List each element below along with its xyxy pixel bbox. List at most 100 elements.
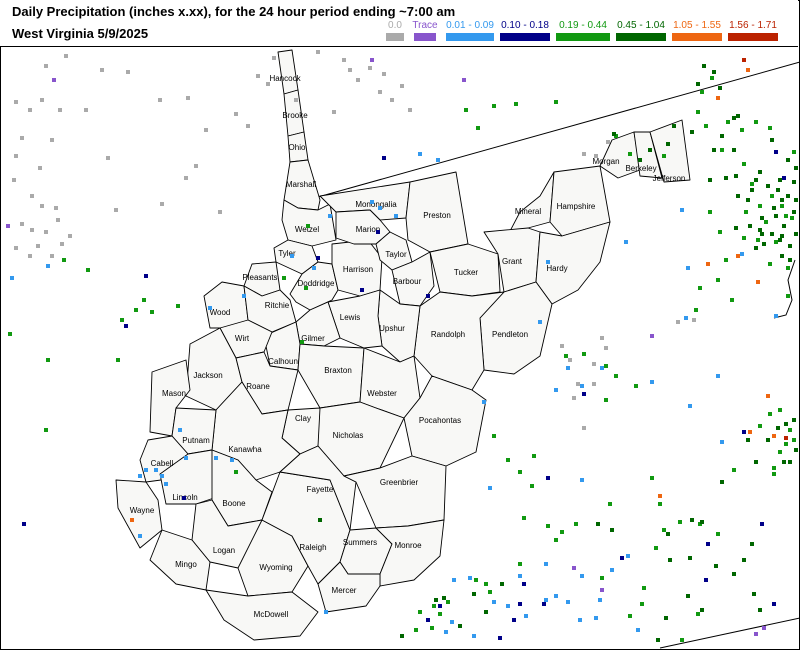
station-marker — [756, 238, 760, 242]
station-marker — [716, 96, 720, 100]
station-marker — [620, 556, 624, 560]
station-marker — [44, 428, 48, 432]
station-marker — [184, 456, 188, 460]
county-label-greenbrier: Greenbrier — [380, 478, 419, 487]
station-marker — [714, 564, 718, 568]
county-hancock — [277, 49, 299, 95]
station-marker — [784, 422, 788, 426]
station-marker — [518, 470, 522, 474]
station-marker — [774, 240, 778, 244]
county-label-brooke: Brooke — [282, 111, 308, 120]
station-marker — [758, 170, 762, 174]
station-marker — [582, 152, 586, 156]
station-marker — [690, 130, 694, 134]
station-marker — [750, 542, 754, 546]
va-border-south — [659, 617, 800, 649]
station-marker — [762, 242, 766, 246]
legend-label: 0.10 - 0.18 — [501, 20, 549, 31]
legend-label: 0.01 - 0.09 — [446, 20, 494, 31]
station-marker — [736, 114, 740, 118]
station-marker — [500, 582, 504, 586]
station-marker — [62, 258, 66, 262]
station-marker — [760, 522, 764, 526]
station-marker — [518, 574, 522, 578]
station-marker — [720, 440, 724, 444]
station-marker — [658, 494, 662, 498]
station-marker — [58, 108, 62, 112]
station-marker — [746, 68, 750, 72]
station-marker — [662, 154, 666, 158]
county-label-mercer: Mercer — [332, 586, 357, 595]
station-marker — [592, 382, 596, 386]
station-marker — [788, 460, 792, 464]
station-marker — [530, 484, 534, 488]
station-marker — [176, 304, 180, 308]
station-marker — [786, 294, 790, 298]
station-marker — [124, 324, 128, 328]
station-marker — [754, 178, 758, 182]
station-marker — [30, 228, 34, 232]
station-marker — [604, 364, 608, 368]
legend-swatch — [672, 33, 722, 41]
station-marker — [708, 210, 712, 214]
legend-item-0: 0.0 — [384, 20, 406, 44]
station-marker — [636, 628, 640, 632]
station-marker — [544, 598, 548, 602]
station-marker — [772, 206, 776, 210]
station-marker — [596, 522, 600, 526]
station-marker — [650, 380, 654, 384]
county-label-nicholas: Nicholas — [333, 431, 364, 440]
station-marker — [794, 166, 798, 170]
station-marker — [376, 230, 380, 234]
station-marker — [438, 604, 442, 608]
station-marker — [30, 194, 34, 198]
station-marker — [694, 308, 698, 312]
station-marker — [356, 78, 360, 82]
station-marker — [492, 434, 496, 438]
station-marker — [138, 534, 142, 538]
legend-swatch — [414, 33, 436, 41]
station-marker — [610, 528, 614, 532]
station-marker — [610, 568, 614, 572]
station-marker — [710, 76, 714, 80]
county-label-mingo: Mingo — [175, 560, 197, 569]
station-marker — [382, 72, 386, 76]
station-marker — [144, 274, 148, 278]
station-marker — [514, 102, 518, 106]
station-marker — [348, 68, 352, 72]
station-marker — [778, 408, 782, 412]
station-marker — [382, 156, 386, 160]
station-marker — [582, 392, 586, 396]
station-marker — [506, 458, 510, 462]
station-marker — [518, 602, 522, 606]
county-label-doddridge: Doddridge — [298, 279, 335, 288]
station-marker — [522, 516, 526, 520]
station-marker — [592, 362, 596, 366]
county-label-wirt: Wirt — [235, 334, 250, 343]
county-label-jefferson: Jefferson — [653, 174, 686, 183]
station-marker — [752, 592, 756, 596]
station-marker — [772, 472, 776, 476]
station-marker — [400, 634, 404, 638]
county-label-cabell: Cabell — [151, 459, 174, 468]
station-marker — [482, 400, 486, 404]
legend-label: 1.05 - 1.55 — [673, 20, 721, 31]
station-marker — [768, 412, 772, 416]
county-label-jackson: Jackson — [193, 371, 222, 380]
station-marker — [638, 158, 642, 162]
station-marker — [430, 626, 434, 630]
station-marker — [742, 162, 746, 166]
station-marker — [688, 404, 692, 408]
county-label-morgan: Morgan — [592, 157, 619, 166]
station-marker — [680, 638, 684, 642]
station-marker — [60, 242, 64, 246]
station-marker — [792, 418, 796, 422]
station-marker — [472, 634, 476, 638]
county-label-ritchie: Ritchie — [265, 301, 290, 310]
county-label-monongalia: Monongalia — [355, 200, 397, 209]
station-marker — [732, 116, 736, 120]
station-marker — [658, 502, 662, 506]
station-marker — [634, 384, 638, 388]
station-marker — [532, 454, 536, 458]
station-marker — [766, 184, 770, 188]
